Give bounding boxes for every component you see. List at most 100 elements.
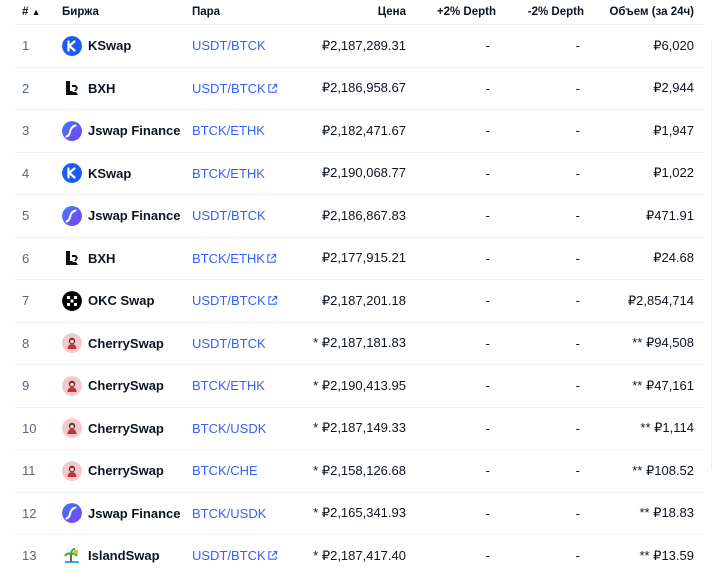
pair-link[interactable]: BTCK/ETHK bbox=[192, 251, 265, 266]
okc-logo-icon bbox=[62, 290, 82, 311]
price-cell: ₽2,186,958.67 bbox=[298, 66, 406, 110]
pair-cell[interactable]: BTCK/ETHK bbox=[190, 109, 298, 152]
cherry-logo-icon bbox=[62, 333, 82, 354]
plus-depth-header[interactable]: +2% Depth bbox=[406, 0, 496, 25]
table-row[interactable]: 12 Jswap Finance BTCK/USDK * ₽2,165,341.93-… bbox=[14, 491, 704, 535]
exchange-cell[interactable]: BXH bbox=[50, 236, 190, 280]
pair-cell[interactable]: BTCK/ETHK bbox=[190, 364, 298, 407]
pair-cell[interactable]: BTCK/CHE bbox=[190, 449, 298, 492]
pair-cell[interactable]: BTCK/USDK bbox=[190, 491, 298, 535]
pair-link[interactable]: BTCK/ETHK bbox=[192, 166, 265, 181]
exchange-cell[interactable]: KSwap bbox=[50, 24, 190, 67]
pair-link[interactable]: USDT/BTCK bbox=[192, 38, 266, 53]
price-cell: * ₽2,158,126.68 bbox=[298, 449, 406, 492]
exchange-cell[interactable]: IslandSwap bbox=[50, 534, 190, 577]
exchange-name[interactable]: KSwap bbox=[88, 166, 131, 181]
table-row[interactable]: 2 BXH USDT/BTCK ₽2,186,958.67- - ₽2,944 bbox=[14, 66, 704, 110]
rank-cell: 3 bbox=[14, 109, 50, 152]
table-header-row: # ▲ Биржа Пара Цена +2% Depth -2% Depth … bbox=[14, 0, 704, 25]
exchange-name[interactable]: CherrySwap bbox=[88, 421, 164, 436]
price-header[interactable]: Цена bbox=[298, 0, 406, 25]
external-link-icon[interactable] bbox=[266, 293, 278, 308]
plus-depth-cell: - bbox=[406, 534, 496, 577]
bxh-logo-icon bbox=[62, 78, 82, 98]
pair-link[interactable]: USDT/BTCK bbox=[192, 336, 266, 351]
exchange-cell[interactable]: Jswap Finance bbox=[50, 109, 190, 152]
pair-link[interactable]: USDT/BTCK bbox=[192, 293, 266, 308]
plus-depth-cell: - bbox=[406, 151, 496, 195]
exchange-cell[interactable]: KSwap bbox=[50, 151, 190, 195]
table-row[interactable]: 3 Jswap Finance BTCK/ETHK ₽2,182,471.67- - ₽1… bbox=[14, 109, 704, 152]
table-row[interactable]: 5 Jswap Finance USDT/BTCK ₽2,186,867.83- - ₽4… bbox=[14, 194, 704, 237]
external-link-icon[interactable] bbox=[266, 548, 278, 563]
pair-link[interactable]: USDT/BTCK bbox=[192, 81, 266, 96]
pair-link[interactable]: BTCK/USDK bbox=[192, 421, 266, 436]
minus-depth-cell: - bbox=[496, 24, 584, 67]
table-row[interactable]: 4 KSwap BTCK/ETHK ₽2,190,068.77- - ₽1,022 bbox=[14, 151, 704, 195]
pair-link[interactable]: BTCK/CHE bbox=[192, 463, 258, 478]
price-cell: ₽2,182,471.67 bbox=[298, 109, 406, 152]
rank-cell: 4 bbox=[14, 151, 50, 195]
pair-cell[interactable]: USDT/BTCK bbox=[190, 279, 298, 322]
exchange-cell[interactable]: CherrySwap bbox=[50, 449, 190, 492]
rank-header[interactable]: # ▲ bbox=[14, 0, 50, 25]
table-row[interactable]: 10 CherrySwap BTCK/USDK * ₽2,187,149.33- - **… bbox=[14, 406, 704, 450]
rank-cell: 12 bbox=[14, 491, 50, 535]
exchange-header[interactable]: Биржа bbox=[50, 0, 190, 25]
table-row[interactable]: 6 BXH BTCK/ETHK ₽2,177,915.21- - ₽24.68 bbox=[14, 236, 704, 280]
minus-depth-header[interactable]: -2% Depth bbox=[496, 0, 584, 25]
exchange-name[interactable]: CherrySwap bbox=[88, 378, 164, 393]
table-row[interactable]: 13 IslandSwap USDT/BTCK * ₽2,187,417.40- - **… bbox=[14, 534, 704, 577]
exchange-cell[interactable]: Jswap Finance bbox=[50, 491, 190, 535]
exchange-name[interactable]: CherrySwap bbox=[88, 463, 164, 478]
price-cell: * ₽2,190,413.95 bbox=[298, 364, 406, 407]
pair-cell[interactable]: BTCK/ETHK bbox=[190, 236, 298, 280]
table-row[interactable]: 1 KSwap USDT/BTCK ₽2,187,289.31- - ₽6,020 bbox=[14, 24, 704, 67]
pair-link[interactable]: USDT/BTCK bbox=[192, 548, 266, 563]
table-row[interactable]: 11 CherrySwap BTCK/CHE * ₽2,158,126.68- - ** … bbox=[14, 449, 704, 492]
pair-cell[interactable]: USDT/BTCK bbox=[190, 194, 298, 237]
pair-cell[interactable]: USDT/BTCK bbox=[190, 321, 298, 365]
pair-header[interactable]: Пара bbox=[190, 0, 298, 25]
pair-cell[interactable]: USDT/BTCK bbox=[190, 24, 298, 67]
external-link-icon[interactable] bbox=[266, 81, 278, 96]
exchange-name[interactable]: IslandSwap bbox=[88, 548, 160, 563]
plus-depth-cell: - bbox=[406, 109, 496, 152]
exchange-cell[interactable]: Jswap Finance bbox=[50, 194, 190, 237]
price-cell: * ₽2,187,149.33 bbox=[298, 406, 406, 450]
minus-depth-cell: - bbox=[496, 491, 584, 535]
island-logo-icon bbox=[62, 546, 82, 566]
volume-cell: ** ₽108.52 bbox=[584, 449, 704, 492]
volume-cell: ₽6,020 bbox=[584, 24, 704, 67]
pair-link[interactable]: BTCK/USDK bbox=[192, 506, 266, 521]
volume-header[interactable]: Объем (за 24ч) bbox=[584, 0, 704, 25]
minus-depth-cell: - bbox=[496, 194, 584, 237]
exchange-name[interactable]: Jswap Finance bbox=[88, 123, 180, 138]
table-row[interactable]: 9 CherrySwap BTCK/ETHK * ₽2,190,413.95- - ** … bbox=[14, 364, 704, 407]
pair-link[interactable]: BTCK/ETHK bbox=[192, 123, 265, 138]
pair-link[interactable]: USDT/BTCK bbox=[192, 208, 266, 223]
exchange-name[interactable]: BXH bbox=[88, 81, 115, 96]
exchange-name[interactable]: CherrySwap bbox=[88, 336, 164, 351]
pair-cell[interactable]: BTCK/ETHK bbox=[190, 151, 298, 195]
sort-up-icon[interactable]: ▲ bbox=[32, 7, 41, 17]
kswap-logo-icon bbox=[62, 163, 82, 184]
exchange-name[interactable]: OKC Swap bbox=[88, 293, 154, 308]
pair-cell[interactable]: USDT/BTCK bbox=[190, 66, 298, 110]
exchange-name[interactable]: Jswap Finance bbox=[88, 208, 180, 223]
pair-cell[interactable]: USDT/BTCK bbox=[190, 534, 298, 577]
exchange-cell[interactable]: CherrySwap bbox=[50, 364, 190, 407]
exchange-cell[interactable]: BXH bbox=[50, 66, 190, 110]
pair-link[interactable]: BTCK/ETHK bbox=[192, 378, 265, 393]
exchange-cell[interactable]: CherrySwap bbox=[50, 321, 190, 365]
exchange-name[interactable]: KSwap bbox=[88, 38, 131, 53]
exchange-name[interactable]: BXH bbox=[88, 251, 115, 266]
external-link-icon[interactable] bbox=[265, 251, 277, 266]
jswap-logo-icon bbox=[62, 205, 82, 226]
exchange-cell[interactable]: CherrySwap bbox=[50, 406, 190, 450]
exchange-cell[interactable]: OKC Swap bbox=[50, 279, 190, 322]
exchange-name[interactable]: Jswap Finance bbox=[88, 506, 180, 521]
table-row[interactable]: 8 CherrySwap USDT/BTCK * ₽2,187,181.83- - ** … bbox=[14, 321, 704, 365]
pair-cell[interactable]: BTCK/USDK bbox=[190, 406, 298, 450]
table-row[interactable]: 7 OKC Swap USDT/BTCK ₽2,187,201.18- - ₽2,854,… bbox=[14, 279, 704, 322]
